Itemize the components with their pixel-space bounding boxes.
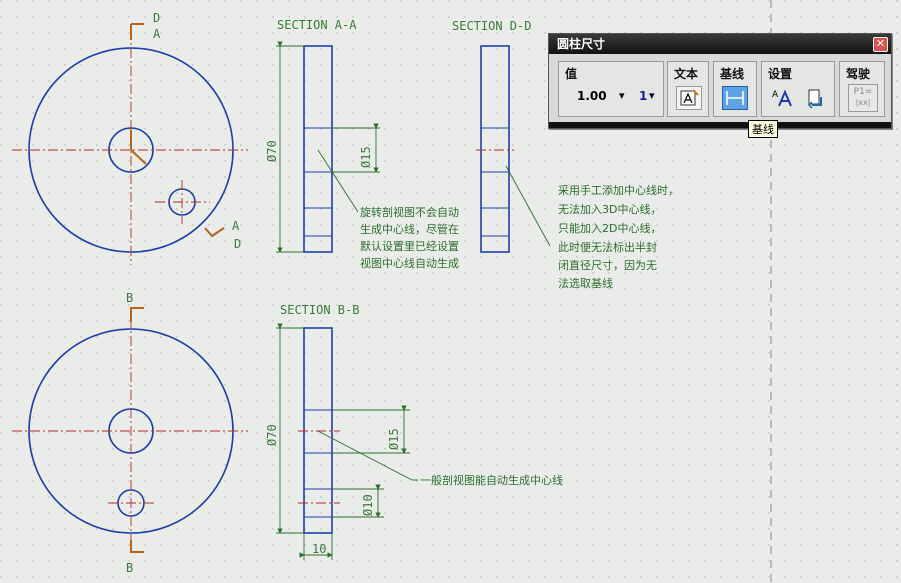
- section-aa-title: SECTION A-A: [277, 18, 357, 32]
- bb-dim-10: Ø10: [361, 494, 375, 516]
- cut-label-top-a: A: [153, 27, 161, 41]
- aa-dim-15: Ø15: [359, 146, 373, 168]
- bb-dim-15: Ø15: [387, 428, 401, 450]
- baseline-icon: [726, 91, 744, 105]
- bb-dim-width: 10: [312, 542, 326, 556]
- drive-group-label: 驾驶: [846, 67, 871, 81]
- bb-dim-70: Ø70: [265, 424, 279, 446]
- cut-label-b-top: B: [126, 291, 133, 305]
- drive-button-text: P1=: [853, 87, 873, 97]
- text-edit-button[interactable]: [676, 86, 702, 110]
- toolbar-bottom-bar: [549, 122, 891, 128]
- cut-label-right-a: A: [232, 219, 240, 233]
- baseline-button[interactable]: [722, 86, 748, 110]
- value-group: 值 1.00 ▾ 1 ▾: [558, 61, 664, 117]
- drive-group: 驾驶 P1= |xx|: [839, 61, 885, 117]
- precision-dropdown-icon[interactable]: ▾: [649, 89, 655, 102]
- note-auto-centerline: 一般剖视图能自动生成中心线: [420, 473, 563, 487]
- baseline-tooltip: 基线: [748, 120, 778, 138]
- text-group: 文本: [667, 61, 709, 117]
- cut-label-b-bottom: B: [126, 561, 133, 575]
- cut-label-top-d: D: [153, 11, 160, 25]
- section-dd-title: SECTION D-D: [452, 19, 531, 33]
- value-dropdown-icon[interactable]: ▾: [619, 89, 625, 102]
- text-style-button[interactable]: A: [770, 86, 796, 110]
- drive-button-subtext: |xx|: [855, 98, 871, 107]
- cut-label-right-d: D: [234, 237, 241, 251]
- aa-dim-70: Ø70: [265, 140, 279, 162]
- close-icon[interactable]: ✕: [873, 37, 888, 52]
- text-pen-icon: [680, 89, 699, 106]
- settings-group: 设置 A: [761, 61, 835, 117]
- cylinder-dimension-toolbar[interactable]: 圆柱尺寸 ✕ 值 1.00 ▾ 1 ▾ 文本 基线 设置 A 驾驶 P1= |x…: [548, 33, 892, 129]
- value-field[interactable]: 1.00: [577, 89, 607, 103]
- value-group-label: 值: [565, 67, 578, 81]
- placement-button[interactable]: [802, 86, 828, 110]
- settings-group-label: 设置: [768, 67, 793, 81]
- placement-icon: [807, 89, 822, 109]
- text-group-label: 文本: [674, 67, 699, 81]
- drive-parameter-button[interactable]: P1= |xx|: [848, 84, 878, 112]
- svg-text:A: A: [772, 90, 779, 100]
- precision-field[interactable]: 1: [639, 89, 647, 103]
- toolbar-title: 圆柱尺寸: [549, 34, 891, 54]
- baseline-group: 基线: [713, 61, 757, 117]
- text-style-icon: A: [772, 89, 792, 107]
- section-bb-title: SECTION B-B: [280, 303, 359, 317]
- baseline-group-label: 基线: [720, 67, 745, 81]
